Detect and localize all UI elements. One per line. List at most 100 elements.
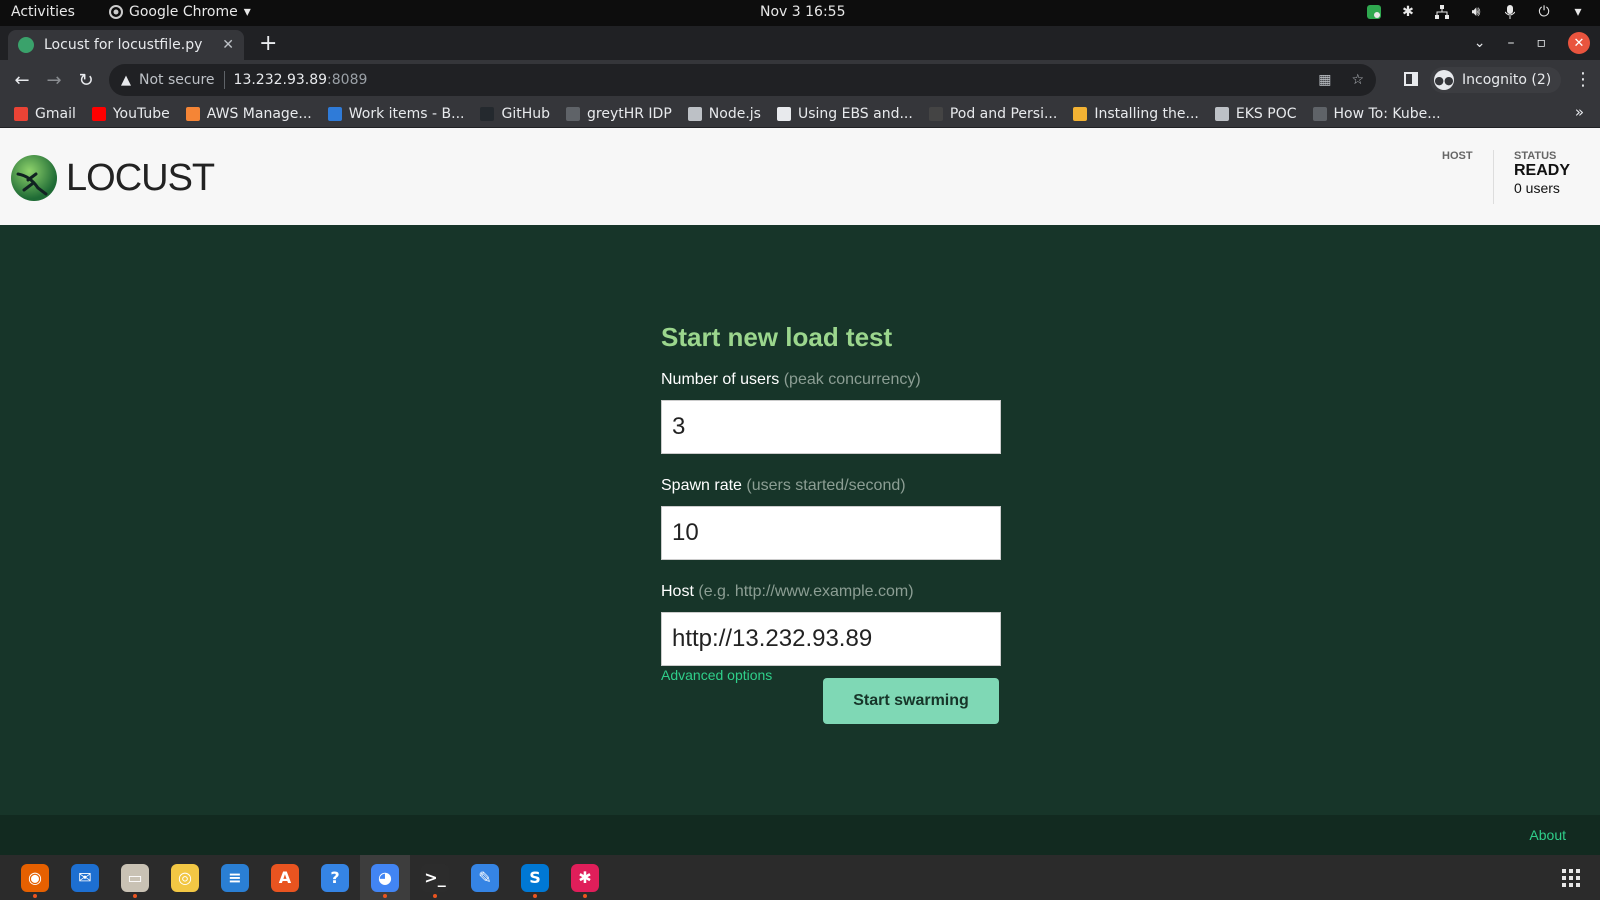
host-input[interactable] xyxy=(661,612,1001,666)
bookmark-star-icon[interactable]: ☆ xyxy=(1351,72,1364,88)
dock-rhythmbox[interactable]: ◎ xyxy=(160,855,210,900)
tab-search-icon[interactable]: ⌄ xyxy=(1474,35,1486,51)
users-field-label: Number of users (peak concurrency) xyxy=(661,371,1001,389)
slack-tray-icon[interactable]: ✱ xyxy=(1400,4,1416,20)
form-title: Start new load test xyxy=(661,322,893,352)
dock-software-center[interactable]: A xyxy=(260,855,310,900)
bookmark-item[interactable]: How To: Kube... xyxy=(1312,106,1441,122)
menu-icon[interactable]: ⋮ xyxy=(1574,69,1592,90)
divider xyxy=(223,71,225,89)
bookmark-label: EKS POC xyxy=(1235,105,1297,122)
new-tab-button[interactable]: + xyxy=(259,31,277,56)
bookmark-favicon-icon xyxy=(185,106,200,121)
bookmark-item[interactable]: AWS Manage... xyxy=(185,105,312,122)
dock-files[interactable]: ▭ xyxy=(110,855,160,900)
bookmark-item[interactable]: Gmail xyxy=(14,106,76,122)
firefox-icon: ◉ xyxy=(21,863,49,892)
running-indicator xyxy=(33,894,37,898)
spawn-rate-field-label: Spawn rate (users started/second) xyxy=(661,477,1001,495)
users-hint: (peak concurrency) xyxy=(783,371,921,388)
bookmark-item[interactable]: Work items - B... xyxy=(327,106,464,122)
power-icon[interactable]: ⏻ xyxy=(1536,4,1552,20)
dock-text-editor[interactable]: ✎ xyxy=(460,855,510,900)
url-host[interactable]: 13.232.93.89 xyxy=(234,72,328,88)
microphone-icon[interactable] xyxy=(1502,4,1518,20)
dock-firefox[interactable]: ◉ xyxy=(10,855,60,900)
dock-help[interactable]: ? xyxy=(310,855,360,900)
update-icon[interactable] xyxy=(1366,4,1382,20)
rhythmbox-icon: ◎ xyxy=(171,863,199,892)
minimize-button[interactable]: – xyxy=(1508,35,1515,51)
qr-code-icon[interactable]: ▦ xyxy=(1318,72,1331,88)
dock-slack[interactable]: ✱ xyxy=(560,855,610,900)
security-label[interactable]: Not secure xyxy=(139,72,215,88)
thunderbird-icon: ✉ xyxy=(71,863,99,892)
maximize-button[interactable]: ▫ xyxy=(1537,35,1547,51)
dock-libreoffice-writer[interactable]: ≡ xyxy=(210,855,260,900)
volume-icon[interactable]: 🔊︎ xyxy=(1468,4,1484,20)
bookmark-label: Pod and Persi... xyxy=(949,105,1058,122)
bookmark-item[interactable]: GitHub xyxy=(480,106,550,122)
locust-logo-text: LOCUST xyxy=(66,156,215,199)
url-port[interactable]: :8089 xyxy=(327,72,367,88)
app-menu-label: Google Chrome xyxy=(129,4,238,20)
bookmark-item[interactable]: YouTube xyxy=(91,106,170,122)
chevron-down-icon[interactable]: ▾ xyxy=(1570,4,1586,20)
close-window-button[interactable]: ✕ xyxy=(1568,32,1590,54)
bookmark-favicon-icon xyxy=(1312,106,1327,121)
running-indicator xyxy=(433,894,437,898)
address-bar[interactable]: ▲ Not secure 13.232.93.89:8089 ▦ ☆ xyxy=(109,64,1376,96)
spawn-label-text: Spawn rate xyxy=(661,477,742,494)
running-indicator xyxy=(533,894,537,898)
users-count: 0 users xyxy=(1514,180,1560,196)
bookmark-item[interactable]: Node.js xyxy=(687,106,761,122)
activities-button[interactable]: Activities xyxy=(11,4,75,20)
forward-button[interactable]: → xyxy=(38,70,70,91)
app-menu[interactable]: Google Chrome ▾ xyxy=(109,4,251,20)
show-apps-icon[interactable] xyxy=(1562,869,1580,887)
locust-favicon xyxy=(18,37,34,53)
bookmark-item[interactable]: greytHR IDP xyxy=(566,106,672,122)
software-center-icon: A xyxy=(271,863,299,892)
dock-skype[interactable]: S xyxy=(510,855,560,900)
spawn-rate-input[interactable] xyxy=(661,506,1001,560)
system-tray[interactable]: ✱ 🔊︎ ⏻ ▾ xyxy=(1366,4,1586,20)
chrome-icon: ◕ xyxy=(371,863,399,892)
about-link[interactable]: About xyxy=(1529,827,1566,843)
tab-locust[interactable]: Locust for locustfile.py ✕ xyxy=(8,30,244,60)
bookmark-label: Using EBS and... xyxy=(797,105,913,122)
back-button[interactable]: ← xyxy=(6,70,38,91)
network-icon[interactable] xyxy=(1434,4,1450,20)
bookmark-label: greytHR IDP xyxy=(587,105,672,122)
host-label-text: Host xyxy=(661,583,694,600)
bookmark-label: AWS Manage... xyxy=(206,105,312,122)
close-tab-icon[interactable]: ✕ xyxy=(222,37,234,53)
bookmark-favicon-icon xyxy=(480,106,495,121)
bookmark-item[interactable]: Pod and Persi... xyxy=(928,105,1058,122)
bookmark-favicon-icon xyxy=(566,106,580,121)
tab-strip: Locust for locustfile.py ✕ + ⌄ – ▫ ✕ xyxy=(0,26,1600,60)
bookmark-item[interactable]: EKS POC xyxy=(1214,105,1297,122)
start-swarming-button[interactable]: Start swarming xyxy=(823,678,999,724)
spawn-hint: (users started/second) xyxy=(746,477,906,494)
incognito-profile-button[interactable]: ●● Incognito (2) xyxy=(1430,67,1562,93)
bookmark-label: Gmail xyxy=(35,105,76,122)
running-indicator xyxy=(383,894,387,898)
warning-icon[interactable]: ▲ xyxy=(121,73,131,88)
dock-terminal[interactable]: >_ xyxy=(410,855,460,900)
side-panel-icon[interactable] xyxy=(1404,72,1418,86)
bookmark-item[interactable]: Installing the... xyxy=(1073,106,1199,122)
clock[interactable]: Nov 3 16:55 xyxy=(760,4,845,20)
locust-footer: About xyxy=(0,815,1600,855)
users-input[interactable] xyxy=(661,400,1001,454)
dock-thunderbird[interactable]: ✉ xyxy=(60,855,110,900)
locust-logo[interactable]: LOCUST xyxy=(10,154,215,202)
start-test-form: Start new load test Number of users (pea… xyxy=(661,322,1001,724)
libreoffice-writer-icon: ≡ xyxy=(221,863,249,892)
chevron-down-icon: ▾ xyxy=(243,4,251,20)
more-bookmarks-icon[interactable]: » xyxy=(1575,103,1584,121)
bookmark-item[interactable]: Using EBS and... xyxy=(776,105,913,122)
dock-chrome[interactable]: ◕ xyxy=(360,855,410,900)
tab-title: Locust for locustfile.py xyxy=(44,37,203,53)
reload-button[interactable]: ↻ xyxy=(70,70,102,91)
